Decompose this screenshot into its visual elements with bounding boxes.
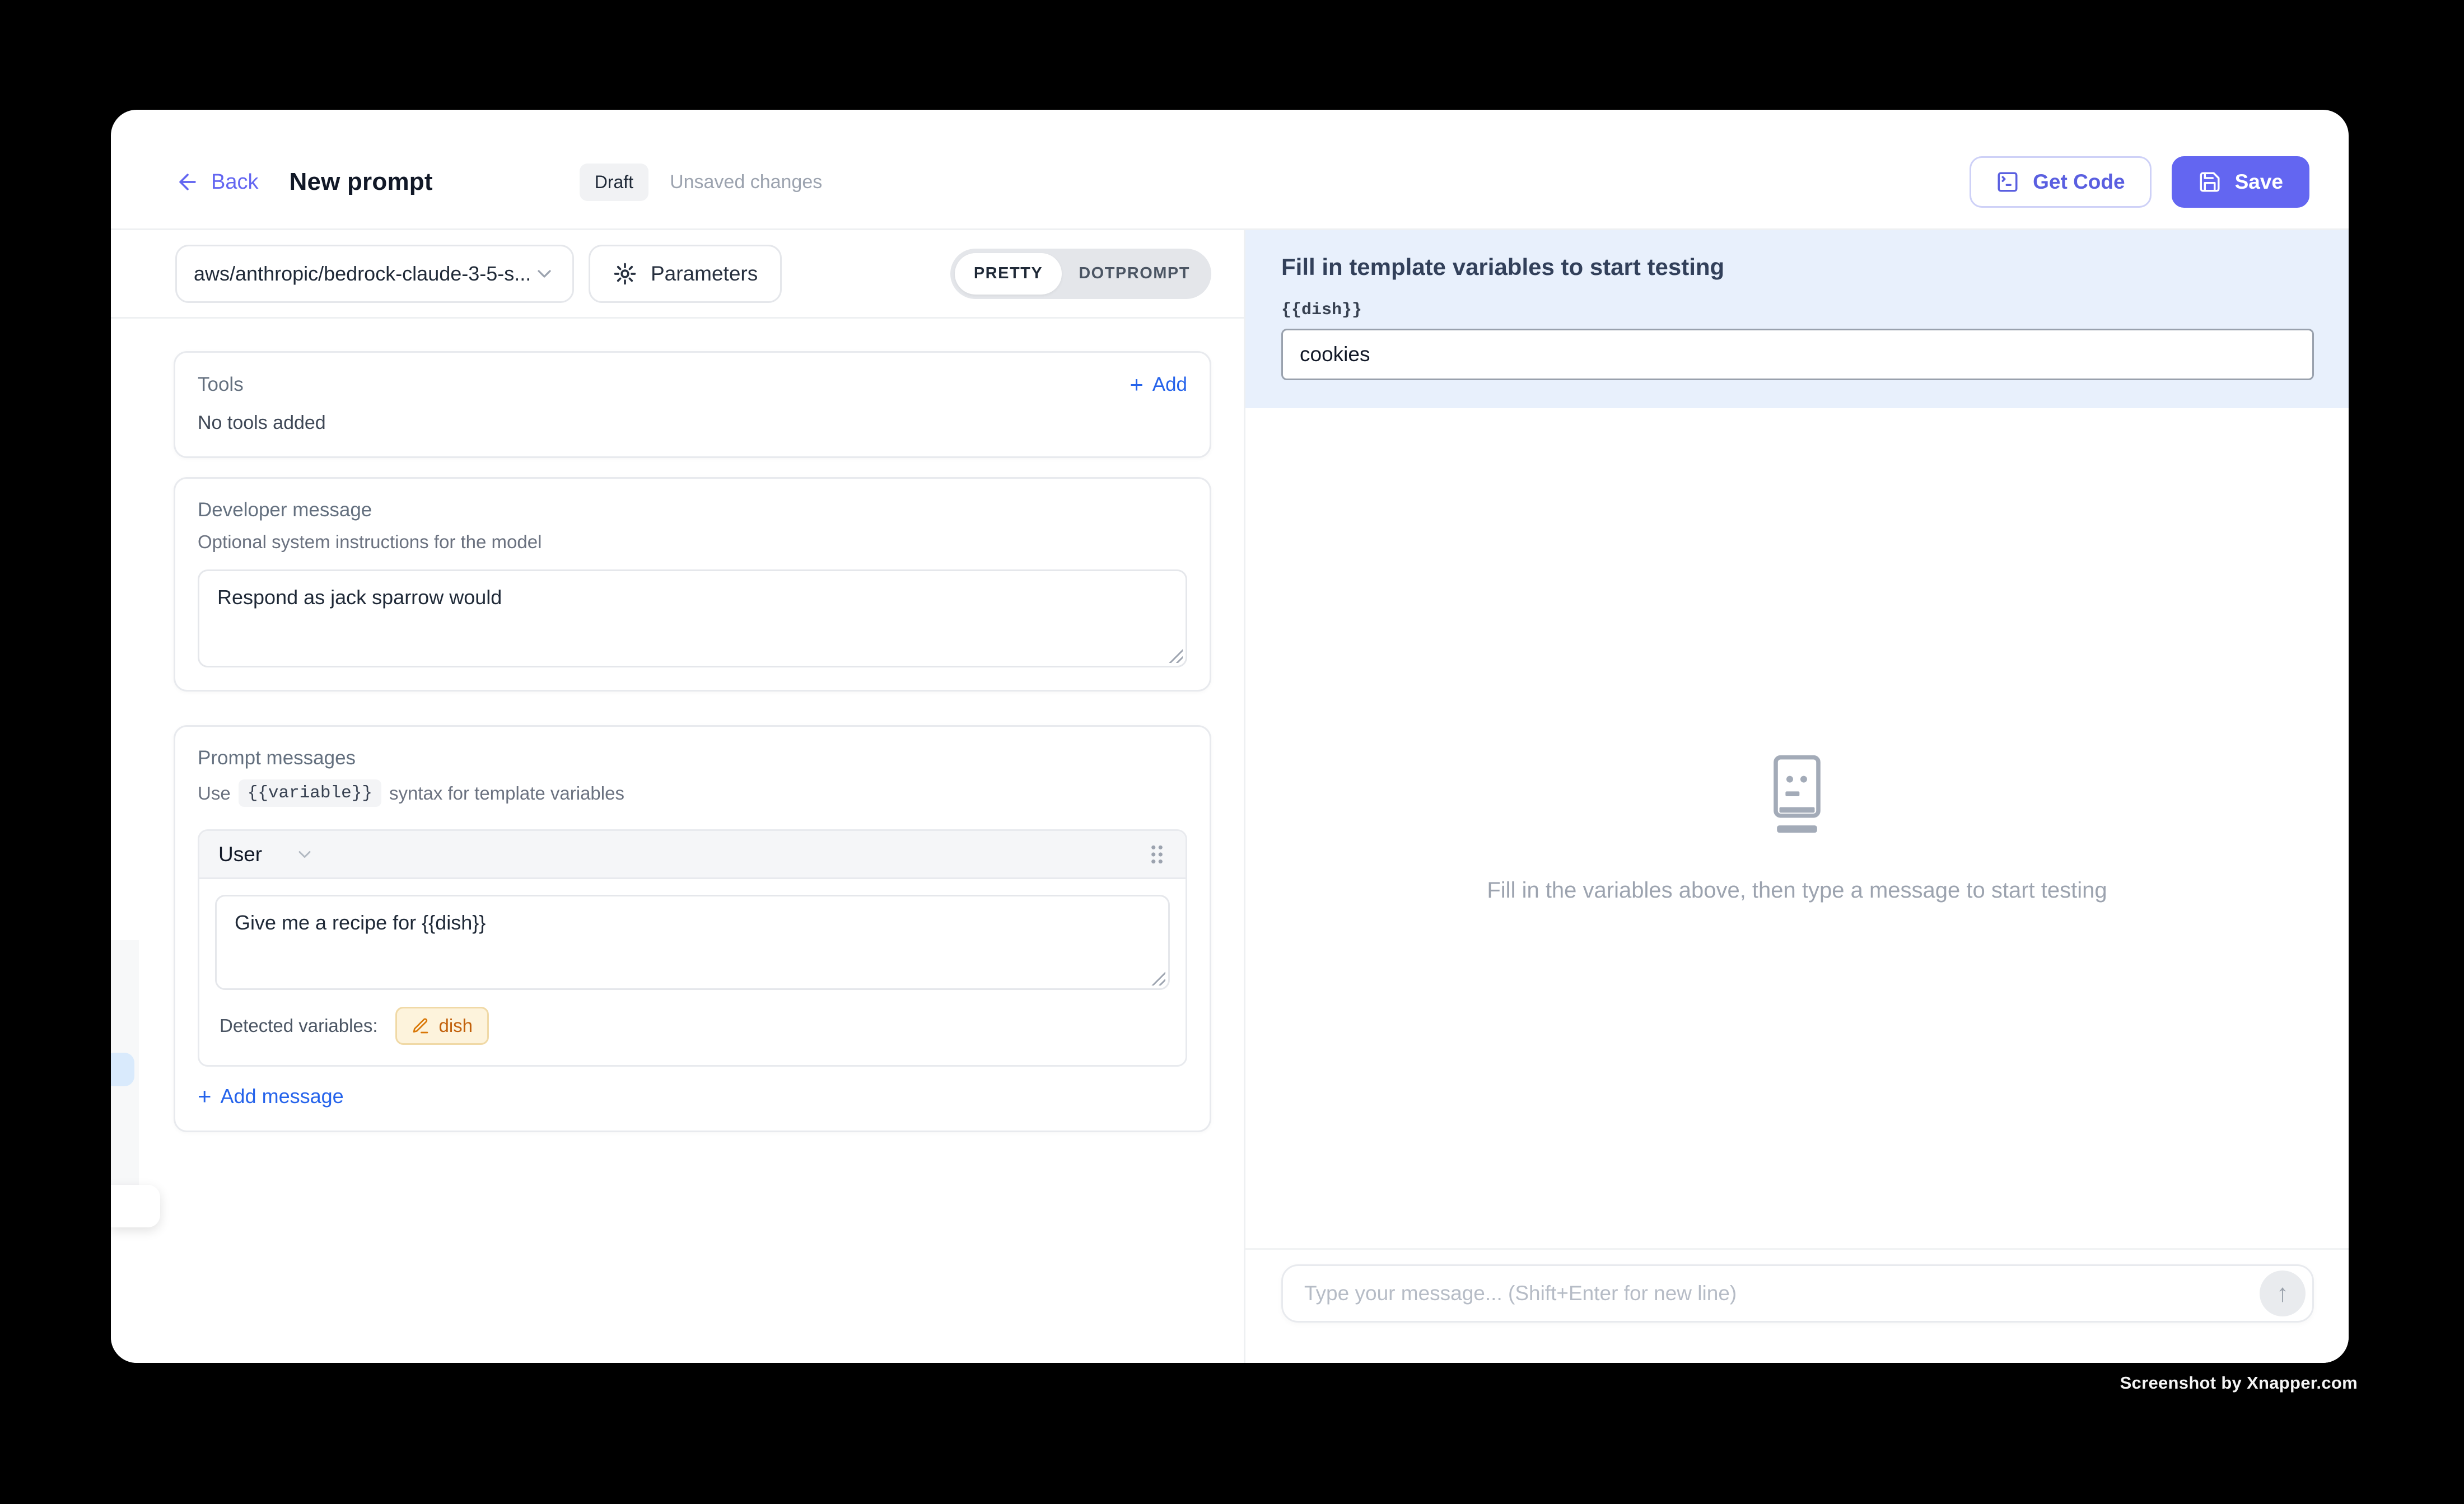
variable-badge-dish[interactable]: dish [395,1007,489,1045]
robot-face-icon [1766,754,1828,839]
detected-variables-row: Detected variables: dish [215,990,1170,1065]
chat-input-container: ↑ [1281,1264,2314,1323]
watermark-text: Screenshot by Xnapper.com [2120,1373,2358,1393]
developer-message-subtitle: Optional system instructions for the mod… [198,531,1187,553]
developer-message-textarea[interactable]: Respond as jack sparrow would [198,569,1187,667]
save-button[interactable]: Save [2172,156,2309,208]
template-variables-section: Fill in template variables to start test… [1245,230,2349,408]
page-title: New prompt [289,168,432,196]
parameters-label: Parameters [651,262,758,286]
role-select-value: User [218,843,262,866]
tools-card: Tools + Add No tools added [174,351,1211,458]
add-tool-label: Add [1152,373,1187,396]
developer-message-title: Developer message [198,499,1187,521]
variable-badge-label: dish [438,1015,473,1036]
variable-name-label: {{dish}} [1281,301,2314,320]
prompt-messages-card: Prompt messages Use {{variable}} syntax … [174,725,1211,1132]
chat-empty-state: Fill in the variables above, then type a… [1245,408,2349,1248]
gear-icon [613,261,637,286]
app-window: Back New prompt Draft Unsaved changes Ge… [111,110,2349,1363]
chat-input-bar: ↑ [1245,1248,2349,1363]
drag-handle-icon[interactable] [1147,843,1166,866]
subtitle-prefix: Use [198,783,231,804]
back-button[interactable]: Back [175,170,258,194]
model-toolbar: aws/anthropic/bedrock-claude-3-5-s... [111,230,1244,319]
back-arrow-icon [175,170,200,194]
tools-empty-text: No tools added [198,412,1187,434]
get-code-button[interactable]: Get Code [1970,156,2151,208]
back-label: Back [211,170,258,194]
testing-panel: Fill in template variables to start test… [1245,230,2349,1363]
parameters-button[interactable]: Parameters [589,245,782,303]
model-select-value: aws/anthropic/bedrock-claude-3-5-s... [194,262,533,286]
template-variables-title: Fill in template variables to start test… [1281,254,2314,281]
send-button[interactable]: ↑ [2260,1271,2306,1316]
sidebar-popover [111,1185,160,1227]
variable-syntax-chip: {{variable}} [239,779,381,807]
header-actions: Get Code Save [1970,156,2309,208]
resize-handle-icon[interactable] [1151,971,1165,985]
pencil-icon [412,1017,430,1035]
developer-message-card: Developer message Optional system instru… [174,477,1211,692]
add-message-button[interactable]: + Add message [198,1085,1187,1108]
empty-state-text: Fill in the variables above, then type a… [1487,878,2107,903]
variable-value-input[interactable] [1281,329,2314,380]
chevron-down-icon [295,844,315,865]
tab-dotprompt[interactable]: DOTPROMPT [1062,253,1207,295]
tools-title: Tools [198,373,244,396]
unsaved-changes-text: Unsaved changes [670,171,822,193]
resize-handle-icon[interactable] [1168,648,1183,663]
model-select[interactable]: aws/anthropic/bedrock-claude-3-5-s... [175,245,574,303]
save-icon [2198,170,2222,194]
terminal-icon [1996,170,2019,194]
prompt-editor-panel: aws/anthropic/bedrock-claude-3-5-s... [111,230,1245,1363]
save-label: Save [2235,170,2283,194]
message-block: User [198,829,1187,1067]
status-badge: Draft [580,164,648,201]
main-body: aws/anthropic/bedrock-claude-3-5-s... [111,230,2349,1363]
view-toggle: PRETTY DOTPROMPT [950,249,1211,299]
tab-pretty[interactable]: PRETTY [955,253,1062,295]
sidebar-active-item[interactable] [111,1053,134,1086]
subtitle-suffix: syntax for template variables [389,783,624,804]
add-tool-button[interactable]: + Add [1130,373,1187,396]
plus-icon: + [198,1085,212,1108]
up-arrow-icon: ↑ [2276,1279,2289,1307]
prompt-messages-subtitle: Use {{variable}} syntax for template var… [198,779,1187,807]
role-select[interactable]: User [218,843,315,866]
message-body: Give me a recipe for {{dish}} Detected v… [199,879,1186,1065]
get-code-label: Get Code [2033,170,2125,194]
header-bar: Back New prompt Draft Unsaved changes Ge… [111,110,2349,230]
plus-icon: + [1130,373,1144,396]
detected-variables-label: Detected variables: [220,1015,377,1036]
add-message-label: Add message [221,1085,344,1108]
message-input[interactable] [1289,1282,2260,1305]
message-header: User [199,831,1186,879]
user-message-textarea[interactable]: Give me a recipe for {{dish}} [215,895,1170,990]
chevron-down-icon [533,263,556,285]
editor-scroll-area: Tools + Add No tools added Developer mes… [111,319,1244,1363]
prompt-messages-title: Prompt messages [198,747,1187,769]
